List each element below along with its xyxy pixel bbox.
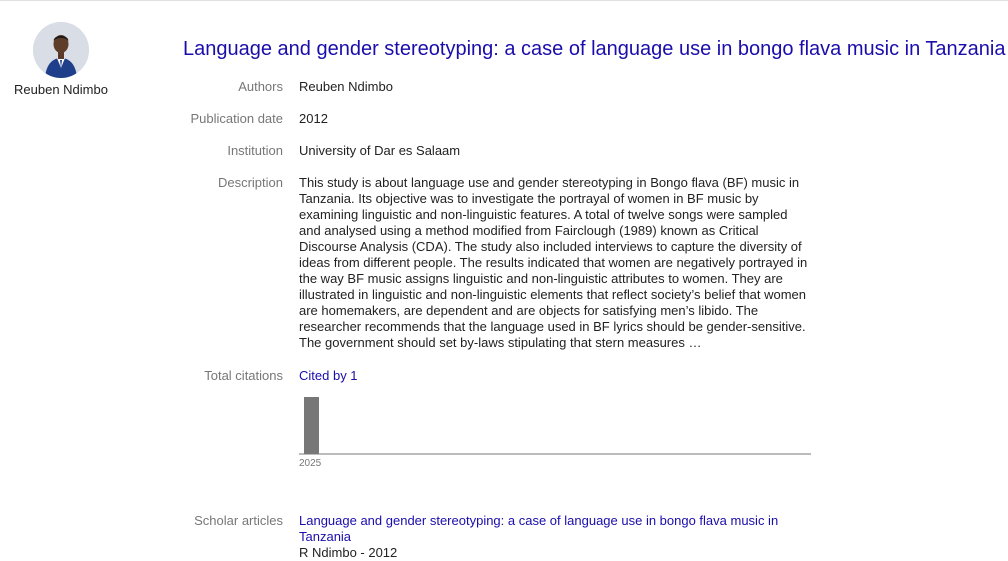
scholar-article-link[interactable]: Language and gender stereotyping: a case… [299,513,789,545]
institution-value: University of Dar es Salaam [299,143,461,158]
total-citations-label: Total citations [204,368,283,383]
avatar-photo [33,22,89,78]
publication-date-value: 2012 [299,111,328,126]
authors-value: Reuben Ndimbo [299,79,393,94]
citation-bar-2025[interactable] [304,397,319,454]
cited-by-link[interactable]: Cited by 1 [299,368,811,384]
description-label: Description [217,175,283,190]
citations-chart: 2025 [299,393,811,473]
citations-chart-svg: 2025 [299,397,811,469]
institution-label: Institution [227,143,283,158]
description-text: This study is about language use and gen… [299,175,808,350]
top-divider [0,0,1008,1]
scholar-article-sub: R Ndimbo - 2012 [299,545,398,560]
publication-date-label: Publication date [190,111,283,126]
avatar[interactable] [33,22,89,78]
authors-label: Authors [238,79,283,94]
scholar-article-entry: Language and gender stereotyping: a case… [299,513,811,561]
year-tick-2025: 2025 [299,458,322,469]
page-title[interactable]: Language and gender stereotyping: a case… [183,38,1005,61]
scholar-articles-label: Scholar articles [194,513,283,528]
